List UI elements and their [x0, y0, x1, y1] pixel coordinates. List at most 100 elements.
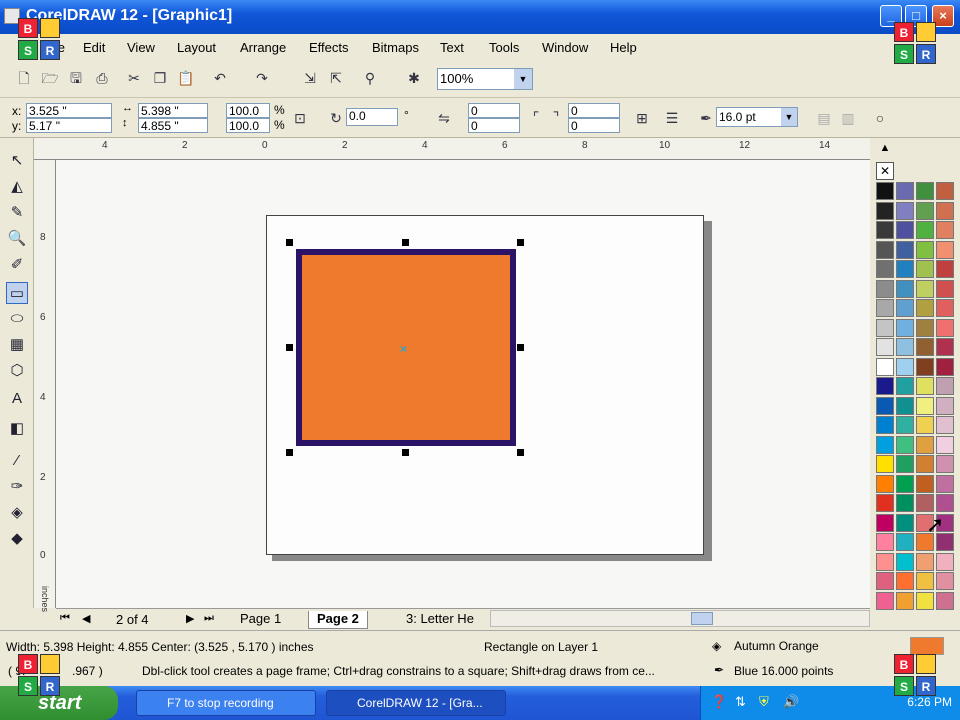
horizontal-scrollbar[interactable] — [490, 610, 870, 627]
color-swatch[interactable] — [916, 318, 934, 337]
color-swatch[interactable] — [936, 416, 954, 434]
color-swatch[interactable] — [876, 474, 894, 493]
taskbar-item-recording[interactable]: F7 to stop recording — [136, 690, 316, 716]
selection-handle[interactable] — [517, 344, 524, 351]
color-swatch[interactable] — [876, 260, 894, 278]
menu-layout[interactable]: Layout — [177, 40, 216, 55]
selection-handle[interactable] — [402, 239, 409, 246]
menu-bitmaps[interactable]: Bitmaps — [372, 40, 419, 55]
color-swatch[interactable] — [936, 338, 954, 356]
color-swatch[interactable] — [896, 494, 914, 512]
chevron-down-icon[interactable]: ▼ — [514, 69, 532, 89]
color-swatch[interactable] — [876, 279, 894, 298]
palette-scroll-up-icon[interactable]: ▲ — [876, 142, 894, 160]
crop-tool-icon[interactable]: ✎ — [6, 202, 28, 224]
color-swatch[interactable] — [936, 221, 954, 239]
color-swatch[interactable] — [876, 240, 894, 259]
color-swatch[interactable] — [936, 474, 954, 493]
to-back-icon[interactable]: ▥ — [838, 108, 858, 128]
export-icon[interactable]: ⇱ — [326, 68, 346, 88]
selection-handle[interactable] — [286, 344, 293, 351]
color-swatch[interactable] — [876, 533, 894, 551]
color-swatch[interactable] — [876, 552, 894, 571]
zoom-tool-icon[interactable]: 🔍 — [6, 228, 28, 250]
color-swatch[interactable] — [936, 240, 954, 259]
color-swatch[interactable] — [936, 182, 954, 200]
basic-shapes-tool-icon[interactable]: ⬡ — [6, 360, 28, 382]
color-swatch[interactable] — [896, 396, 914, 415]
color-swatch[interactable] — [916, 240, 934, 259]
color-swatch[interactable] — [876, 357, 894, 376]
color-swatch[interactable] — [936, 572, 954, 590]
color-swatch[interactable] — [916, 201, 934, 220]
text-tool-icon[interactable]: A — [6, 388, 28, 410]
previous-page-icon[interactable]: ◀ — [82, 612, 90, 625]
color-swatch[interactable] — [916, 552, 934, 571]
color-swatch[interactable] — [896, 318, 914, 337]
graph-paper-tool-icon[interactable]: ▦ — [6, 334, 28, 356]
selection-handle[interactable] — [286, 239, 293, 246]
menu-help[interactable]: Help — [610, 40, 637, 55]
selection-handle[interactable] — [402, 449, 409, 456]
color-swatch[interactable] — [896, 513, 914, 532]
last-page-icon[interactable]: ⏭ — [204, 612, 214, 625]
open-icon[interactable]: 🗁 — [40, 68, 60, 88]
color-swatch[interactable] — [936, 377, 954, 395]
color-swatch[interactable] — [876, 396, 894, 415]
pick-tool-icon[interactable]: ↖ — [6, 150, 28, 172]
eyedropper-tool-icon[interactable]: ⁄ — [6, 450, 28, 472]
scrollbar-thumb[interactable] — [691, 612, 713, 625]
application-launcher-icon[interactable]: ⚲ — [360, 68, 380, 88]
color-swatch[interactable] — [876, 182, 894, 200]
color-swatch[interactable] — [876, 377, 894, 395]
corner-top-right-field[interactable]: 0 — [568, 103, 620, 118]
tab-page-2[interactable]: Page 2 — [308, 611, 368, 629]
width-field[interactable]: 5.398 " — [138, 103, 208, 118]
color-swatch[interactable] — [916, 221, 934, 239]
color-swatch[interactable] — [936, 260, 954, 278]
color-swatch[interactable] — [916, 435, 934, 454]
color-swatch[interactable] — [896, 435, 914, 454]
selection-handle[interactable] — [517, 449, 524, 456]
y-position-field[interactable]: 5.17 " — [26, 118, 112, 133]
color-swatch[interactable] — [896, 572, 914, 590]
outline-width-select[interactable]: 16.0 pt ▼ — [716, 107, 798, 127]
color-swatch[interactable] — [936, 591, 954, 610]
volume-icon[interactable]: 🔊 — [783, 694, 799, 710]
color-swatch[interactable] — [896, 552, 914, 571]
menu-text[interactable]: Text — [440, 40, 464, 55]
color-swatch[interactable] — [936, 455, 954, 473]
color-swatch[interactable] — [916, 377, 934, 395]
color-swatch[interactable] — [936, 299, 954, 317]
corner-bottom-right-field[interactable]: 0 — [568, 118, 620, 133]
color-swatch[interactable] — [896, 455, 914, 473]
first-page-icon[interactable]: ⏮ — [60, 612, 70, 625]
color-swatch[interactable] — [876, 338, 894, 356]
color-swatch[interactable] — [916, 182, 934, 200]
color-swatch[interactable] — [936, 435, 954, 454]
color-swatch[interactable] — [896, 221, 914, 239]
wrap-text-icon[interactable]: ☰ — [662, 108, 682, 128]
color-swatch[interactable] — [916, 455, 934, 473]
paste-icon[interactable]: 📋 — [176, 68, 196, 88]
color-swatch[interactable] — [876, 318, 894, 337]
color-swatch[interactable] — [896, 591, 914, 610]
next-page-icon[interactable]: ▶ — [186, 612, 194, 625]
color-swatch[interactable] — [896, 299, 914, 317]
tab-page-1[interactable]: Page 1 — [232, 611, 289, 629]
no-fill-swatch[interactable]: ✕ — [876, 162, 894, 180]
rectangle-tool-icon[interactable]: ▭ — [6, 282, 28, 304]
color-swatch[interactable] — [876, 435, 894, 454]
interactive-blend-tool-icon[interactable]: ◧ — [6, 418, 28, 440]
new-icon[interactable]: 🗋 — [14, 68, 34, 88]
x-position-field[interactable]: 3.525 " — [26, 103, 112, 118]
color-swatch[interactable] — [916, 494, 934, 512]
mirror-horizontal-icon[interactable]: ⇋ — [434, 108, 454, 128]
menu-tools[interactable]: Tools — [489, 40, 519, 55]
cut-icon[interactable]: ✂ — [124, 68, 144, 88]
color-swatch[interactable] — [916, 396, 934, 415]
welcome-screen-icon[interactable]: ✱ — [404, 68, 424, 88]
horizontal-ruler[interactable]: 4 2 0 2 4 6 8 10 12 14 — [34, 138, 870, 160]
color-swatch[interactable] — [876, 591, 894, 610]
menu-view[interactable]: View — [127, 40, 155, 55]
